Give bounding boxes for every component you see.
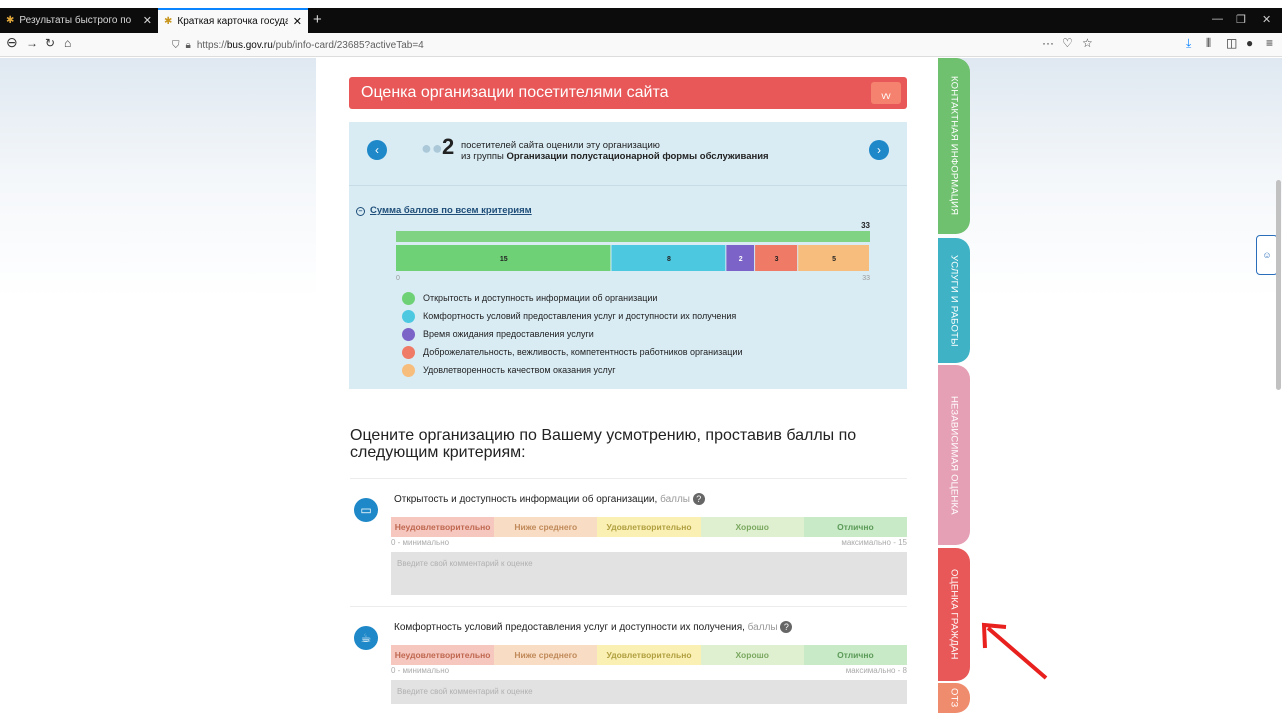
red-arrow-icon — [986, 626, 1048, 680]
annotation-overlay — [981, 622, 1048, 680]
